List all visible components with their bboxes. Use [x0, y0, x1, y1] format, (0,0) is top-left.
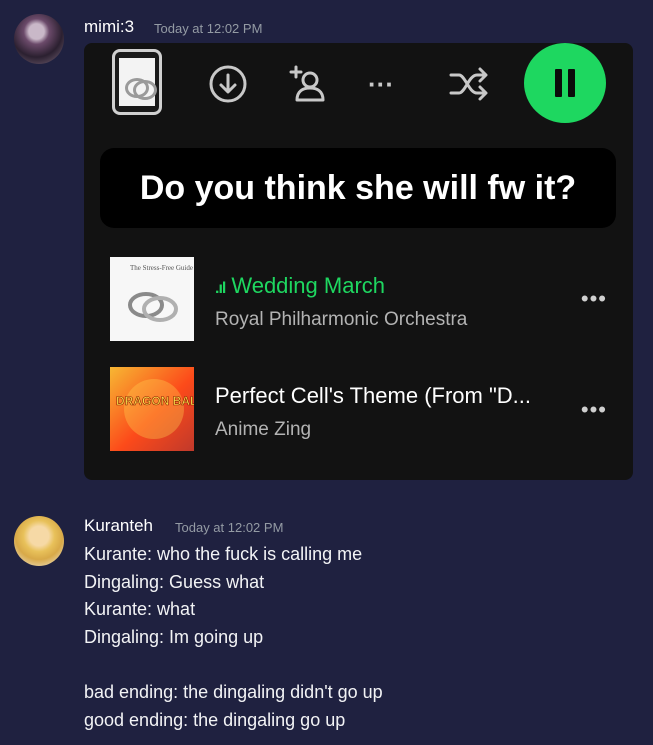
- track-title[interactable]: Perfect Cell's Theme (From "D...: [215, 383, 531, 409]
- caption: Do you think she will fw it?: [100, 148, 616, 228]
- add-user-icon[interactable]: [284, 43, 330, 125]
- shuffle-icon[interactable]: [446, 43, 492, 125]
- album-art: DRAGON BALL Z: [110, 367, 215, 451]
- download-icon[interactable]: [206, 43, 250, 125]
- pause-button[interactable]: [524, 43, 606, 123]
- track-more-icon[interactable]: •••: [581, 286, 607, 312]
- album-art-label: The Stress-Free Guide: [130, 264, 193, 272]
- track-more-icon[interactable]: •••: [581, 397, 607, 423]
- album-art-label: DRAGON BALL Z: [116, 394, 194, 408]
- track-row[interactable]: DRAGON BALL Z Perfect Cell's Theme (From…: [84, 367, 633, 453]
- message-line: Kurante: what: [84, 599, 196, 619]
- track-row[interactable]: The Stress-Free Guide .ıl Wedding March R…: [84, 257, 633, 343]
- avatar[interactable]: [14, 14, 64, 64]
- track-artist[interactable]: Anime Zing: [215, 419, 311, 441]
- message-2: Kuranteh Today at 12:02 PM Kurante: who …: [0, 500, 653, 745]
- track-artist[interactable]: Royal Philharmonic Orchestra: [215, 309, 467, 331]
- message-line: bad ending: the dingaling didn't go up: [84, 682, 383, 702]
- message-line: Kurante: who the fuck is calling me: [84, 544, 363, 564]
- track-title[interactable]: .ıl Wedding March: [215, 273, 385, 299]
- more-glyph: ···: [368, 68, 394, 99]
- now-playing-icon: .ıl: [215, 280, 226, 297]
- more-icon[interactable]: ···: [361, 43, 401, 125]
- message-line: good ending: the dingaling go up: [84, 710, 346, 730]
- timestamp: Today at 12:02 PM: [175, 520, 284, 535]
- spotify-embed[interactable]: ··· Do you think she will fw it? The Str…: [84, 43, 633, 480]
- message-line: Dingaling: Guess what: [84, 572, 265, 592]
- username[interactable]: mimi:3: [84, 17, 134, 37]
- avatar[interactable]: [14, 516, 64, 566]
- message-1: mimi:3 Today at 12:02 PM ··· Do you thin…: [0, 0, 653, 490]
- timestamp: Today at 12:02 PM: [154, 21, 263, 36]
- album-thumbnail[interactable]: [112, 49, 162, 115]
- message-line: Dingaling: Im going up: [84, 627, 264, 647]
- album-art: The Stress-Free Guide: [110, 257, 194, 341]
- username[interactable]: Kuranteh: [84, 516, 153, 536]
